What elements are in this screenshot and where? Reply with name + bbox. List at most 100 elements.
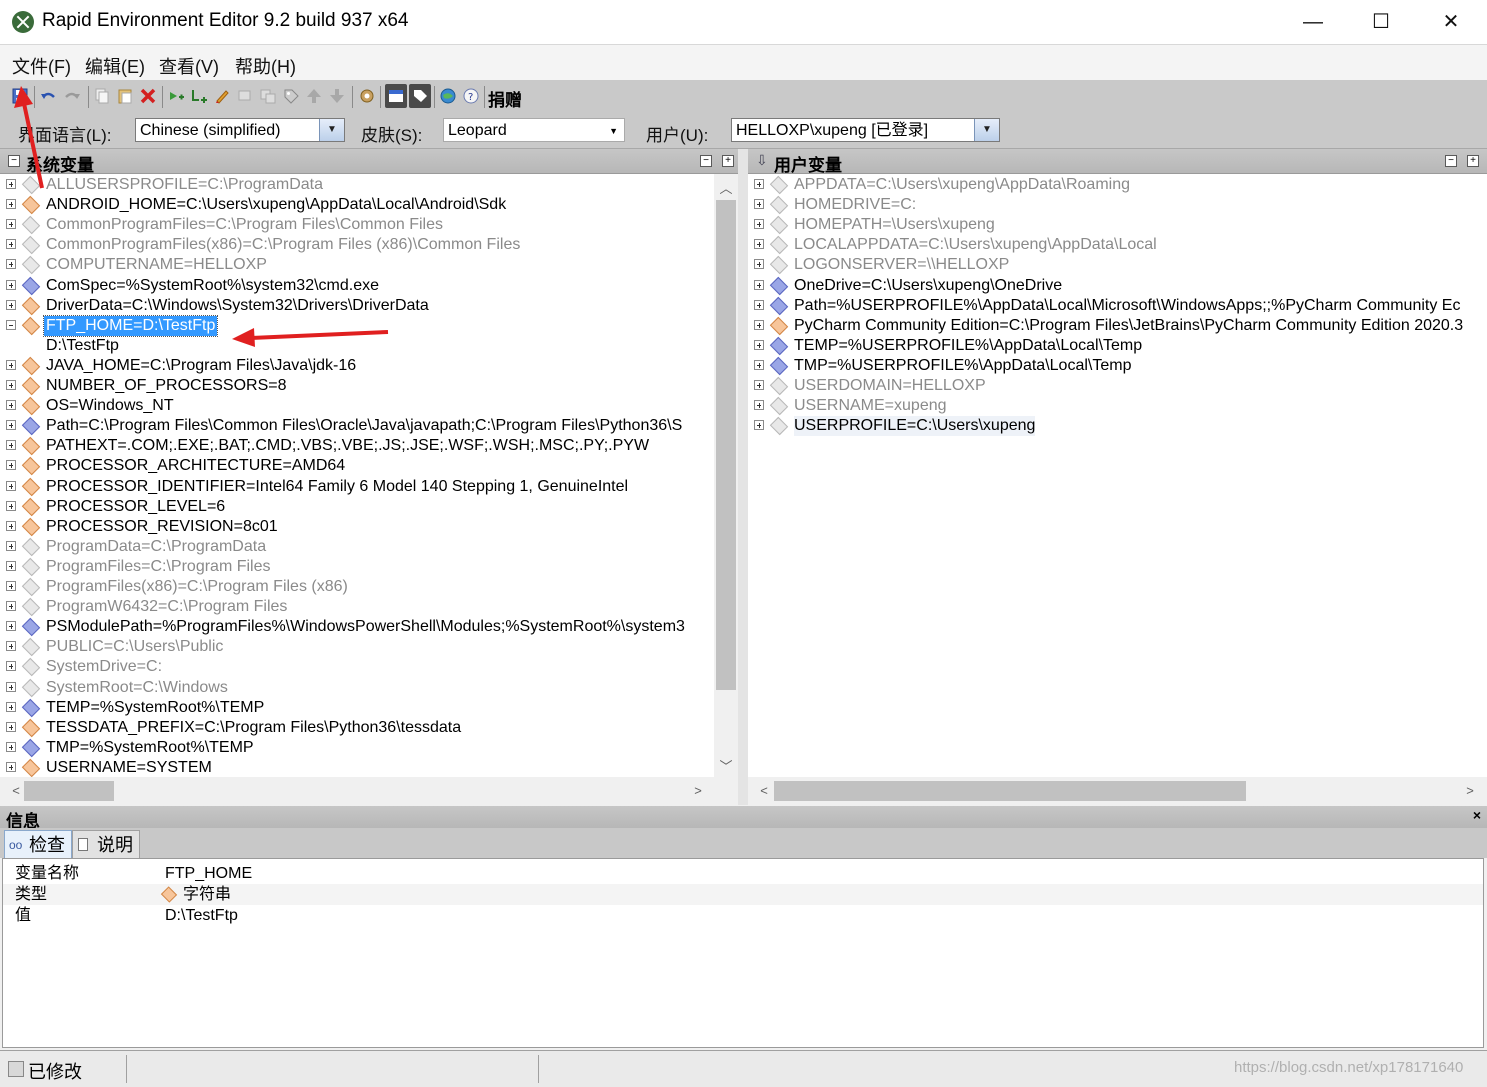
tree-row[interactable]: SystemDrive=C:	[0, 657, 714, 677]
tree-row[interactable]: PyCharm Community Edition=C:\Program Fil…	[748, 316, 1487, 336]
tab-description[interactable]: 说明	[72, 830, 140, 858]
expand-icon[interactable]	[6, 359, 16, 370]
expand-icon[interactable]	[754, 359, 764, 370]
vertical-splitter[interactable]	[738, 149, 748, 805]
expand-icon[interactable]	[754, 420, 764, 431]
user-select[interactable]: HELLOXP\xupeng [已登录] ▼	[731, 118, 1000, 142]
expand-icon[interactable]	[6, 299, 16, 310]
tree-row[interactable]: LOCALAPPDATA=C:\Users\xupeng\AppData\Loc…	[748, 235, 1487, 255]
info-close-icon[interactable]: ×	[1473, 807, 1481, 823]
expand-icon[interactable]	[6, 741, 16, 752]
tab-inspect[interactable]: oo 检查	[4, 830, 72, 858]
menu-view[interactable]: 查看(V)	[159, 53, 219, 79]
tree-row[interactable]: APPDATA=C:\Users\xupeng\AppData\Roaming	[748, 175, 1487, 195]
expand-icon[interactable]	[6, 761, 16, 772]
duplicate-icon[interactable]	[260, 88, 276, 104]
tree-row[interactable]: TMP=%SystemRoot%\TEMP	[0, 738, 714, 758]
scroll-right-icon[interactable]: >	[1460, 783, 1480, 798]
tree-row[interactable]: ALLUSERSPROFILE=C:\ProgramData	[0, 175, 714, 195]
help-icon[interactable]: ?	[463, 88, 479, 104]
cut-icon[interactable]	[237, 88, 253, 104]
scrollbar-thumb[interactable]	[716, 200, 736, 690]
tree-row[interactable]: PUBLIC=C:\Users\Public	[0, 637, 714, 657]
user-horizontal-scrollbar[interactable]: < >	[748, 777, 1487, 805]
scroll-down-icon[interactable]: ﹀	[716, 756, 736, 775]
delete-icon[interactable]	[140, 88, 156, 104]
tree-row[interactable]: OneDrive=C:\Users\xupeng\OneDrive	[748, 276, 1487, 296]
expand-icon[interactable]	[6, 581, 16, 591]
chevron-down-icon[interactable]: ▼	[319, 119, 344, 141]
tree-row[interactable]: NUMBER_OF_PROCESSORS=8	[0, 376, 714, 396]
tree-row[interactable]: ComSpec=%SystemRoot%\system32\cmd.exe	[0, 276, 714, 296]
expand-icon[interactable]	[754, 319, 764, 330]
expand-icon[interactable]	[6, 681, 16, 692]
tree-row[interactable]: PROCESSOR_REVISION=8c01	[0, 517, 714, 537]
paste-icon[interactable]	[117, 88, 133, 104]
tree-row[interactable]: ProgramData=C:\ProgramData	[0, 537, 714, 557]
expand-icon[interactable]	[6, 661, 16, 672]
expand-icon[interactable]	[6, 199, 16, 210]
close-button[interactable]: ✕	[1428, 0, 1474, 44]
move-up-icon[interactable]	[306, 88, 322, 104]
expand-icon[interactable]	[6, 239, 16, 250]
tree-row[interactable]: HOMEPATH=\Users\xupeng	[748, 215, 1487, 235]
system-horizontal-scrollbar[interactable]: < >	[0, 777, 738, 805]
system-vertical-scrollbar[interactable]: ︿ ﹀	[714, 174, 738, 777]
expand-icon[interactable]	[754, 179, 764, 189]
expand-icon[interactable]	[6, 520, 16, 531]
menu-file[interactable]: 文件(F)	[12, 53, 71, 79]
language-select[interactable]: Chinese (simplified) ▼	[135, 118, 345, 142]
expand-icon[interactable]	[6, 701, 16, 712]
scrollbar-thumb[interactable]	[24, 781, 114, 801]
add-variable-icon[interactable]	[168, 88, 184, 104]
globe-icon[interactable]	[440, 88, 456, 104]
expand-icon[interactable]	[6, 480, 16, 491]
tag-filter-icon[interactable]	[409, 84, 431, 108]
collapse-all-icon[interactable]: −	[700, 155, 712, 167]
tree-row[interactable]: HOMEDRIVE=C:	[748, 195, 1487, 215]
expand-icon[interactable]	[754, 259, 764, 270]
expand-icon[interactable]	[6, 259, 16, 270]
tree-row[interactable]: PROCESSOR_ARCHITECTURE=AMD64	[0, 456, 714, 476]
expand-icon[interactable]	[754, 380, 764, 390]
scroll-left-icon[interactable]: <	[754, 783, 774, 798]
tree-row[interactable]: DriverData=C:\Windows\System32\Drivers\D…	[0, 296, 714, 316]
expand-all-icon[interactable]: +	[1467, 155, 1479, 167]
view-toggle-icon[interactable]	[385, 84, 407, 108]
tree-row[interactable]: CommonProgramFiles=C:\Program Files\Comm…	[0, 215, 714, 235]
copy-icon[interactable]	[94, 88, 110, 104]
tree-row[interactable]: COMPUTERNAME=HELLOXP	[0, 255, 714, 275]
expand-icon[interactable]	[754, 239, 764, 250]
scroll-right-icon[interactable]: >	[688, 783, 708, 798]
menu-help[interactable]: 帮助(H)	[235, 53, 296, 79]
expand-icon[interactable]	[6, 400, 16, 411]
minimize-button[interactable]: —	[1290, 0, 1336, 44]
expand-icon[interactable]	[754, 279, 764, 290]
scroll-up-icon[interactable]: ︿	[716, 178, 736, 197]
expand-icon[interactable]	[6, 560, 16, 571]
expand-icon[interactable]	[754, 219, 764, 230]
expand-icon[interactable]	[754, 339, 764, 350]
expand-icon[interactable]	[6, 279, 16, 290]
tree-row[interactable]: USERPROFILE=C:\Users\xupeng	[748, 416, 1487, 437]
expand-icon[interactable]	[6, 721, 16, 732]
tree-row[interactable]: Path=%USERPROFILE%\AppData\Local\Microso…	[748, 296, 1487, 316]
tag-icon[interactable]	[283, 88, 299, 104]
tree-row[interactable]: TESSDATA_PREFIX=C:\Program Files\Python3…	[0, 718, 714, 738]
collapse-icon[interactable]	[6, 319, 16, 330]
tree-row[interactable]: ProgramW6432=C:\Program Files	[0, 597, 714, 617]
tree-row[interactable]: TEMP=%USERPROFILE%\AppData\Local\Temp	[748, 336, 1487, 356]
expand-icon[interactable]	[6, 440, 16, 451]
tree-row[interactable]: PSModulePath=%ProgramFiles%\WindowsPower…	[0, 617, 714, 637]
tree-row[interactable]: PATHEXT=.COM;.EXE;.BAT;.CMD;.VBS;.VBE;.J…	[0, 436, 714, 456]
expand-icon[interactable]	[6, 540, 16, 551]
expand-icon[interactable]	[754, 199, 764, 210]
tree-row[interactable]: Path=C:\Program Files\Common Files\Oracl…	[0, 416, 714, 436]
expand-all-icon[interactable]: +	[722, 155, 734, 167]
tree-row[interactable]: USERDOMAIN=HELLOXP	[748, 376, 1487, 396]
maximize-button[interactable]: ☐	[1358, 0, 1404, 44]
expand-icon[interactable]	[6, 420, 16, 431]
chevron-down-icon[interactable]: ▼	[974, 119, 999, 141]
tree-row[interactable]: PROCESSOR_IDENTIFIER=Intel64 Family 6 Mo…	[0, 477, 714, 497]
expand-icon[interactable]	[6, 500, 16, 511]
